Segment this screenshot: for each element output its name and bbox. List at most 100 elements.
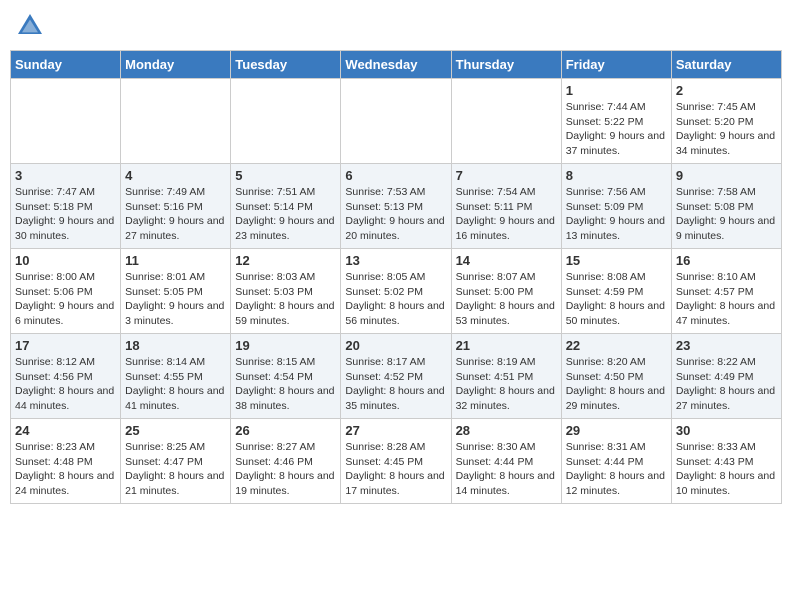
calendar-day-cell [231,79,341,164]
day-of-week-header: Friday [561,51,671,79]
calendar-day-cell: 27 Sunrise: 8:28 AM Sunset: 4:45 PM Dayli… [341,419,451,504]
calendar-day-cell: 20Sunrise: 8:17 AM Sunset: 4:52 PM Dayli… [341,334,451,419]
day-number: 22 [566,338,667,353]
day-number: 2 [676,83,777,98]
day-info: Sunrise: 7:51 AM Sunset: 5:14 PM Dayligh… [235,185,336,244]
calendar-day-cell: 5 Sunrise: 7:51 AM Sunset: 5:14 PM Daylig… [231,164,341,249]
day-info: Sunrise: 7:45 AM Sunset: 5:20 PM Dayligh… [676,100,777,159]
day-info: Sunrise: 8:28 AM Sunset: 4:45 PM Dayligh… [345,440,446,499]
day-number: 21 [456,338,557,353]
day-info: Sunrise: 8:31 AM Sunset: 4:44 PM Dayligh… [566,440,667,499]
day-of-week-header: Saturday [671,51,781,79]
calendar-day-cell: 6 Sunrise: 7:53 AM Sunset: 5:13 PM Daylig… [341,164,451,249]
day-info: Sunrise: 7:44 AM Sunset: 5:22 PM Dayligh… [566,100,667,159]
calendar-day-cell: 4 Sunrise: 7:49 AM Sunset: 5:16 PM Daylig… [121,164,231,249]
logo [14,10,50,42]
calendar-week-row: 17 Sunrise: 8:12 AM Sunset: 4:56 PM Dayli… [11,334,782,419]
day-info: Sunrise: 8:27 AM Sunset: 4:46 PM Dayligh… [235,440,336,499]
day-number: 23 [676,338,777,353]
calendar-day-cell [341,79,451,164]
day-number: 10 [15,253,116,268]
day-info: Sunrise: 8:33 AM Sunset: 4:43 PM Dayligh… [676,440,777,499]
day-number: 15 [566,253,667,268]
calendar-day-cell: 23 Sunrise: 8:22 AM Sunset: 4:49 PM Dayli… [671,334,781,419]
day-number: 26 [235,423,336,438]
calendar-day-cell: 15 Sunrise: 8:08 AM Sunset: 4:59 PM Dayli… [561,249,671,334]
day-number: 4 [125,168,226,183]
day-number: 16 [676,253,777,268]
calendar-day-cell [451,79,561,164]
logo-icon [14,10,46,42]
day-number: 6 [345,168,446,183]
day-info: Sunrise: 8:01 AM Sunset: 5:05 PM Dayligh… [125,270,226,329]
day-number: 29 [566,423,667,438]
day-info: Sunrise: 8:03 AM Sunset: 5:03 PM Dayligh… [235,270,336,329]
day-number: 18 [125,338,226,353]
calendar-day-cell: 13Sunrise: 8:05 AM Sunset: 5:02 PM Dayli… [341,249,451,334]
page-header [10,10,782,42]
calendar-day-cell [121,79,231,164]
day-number: 5 [235,168,336,183]
calendar-day-cell: 11 Sunrise: 8:01 AM Sunset: 5:05 PM Dayli… [121,249,231,334]
calendar-week-row: 1 Sunrise: 7:44 AM Sunset: 5:22 PM Daylig… [11,79,782,164]
calendar-day-cell: 9Sunrise: 7:58 AM Sunset: 5:08 PM Daylig… [671,164,781,249]
calendar-day-cell: 17 Sunrise: 8:12 AM Sunset: 4:56 PM Dayli… [11,334,121,419]
calendar-day-cell: 1 Sunrise: 7:44 AM Sunset: 5:22 PM Daylig… [561,79,671,164]
day-info: Sunrise: 7:56 AM Sunset: 5:09 PM Dayligh… [566,185,667,244]
day-info: Sunrise: 8:30 AM Sunset: 4:44 PM Dayligh… [456,440,557,499]
calendar-day-cell: 30 Sunrise: 8:33 AM Sunset: 4:43 PM Dayli… [671,419,781,504]
day-info: Sunrise: 8:00 AM Sunset: 5:06 PM Dayligh… [15,270,116,329]
day-info: Sunrise: 8:22 AM Sunset: 4:49 PM Dayligh… [676,355,777,414]
calendar-week-row: 24Sunrise: 8:23 AM Sunset: 4:48 PM Dayli… [11,419,782,504]
calendar-day-cell: 14 Sunrise: 8:07 AM Sunset: 5:00 PM Dayli… [451,249,561,334]
calendar-day-cell [11,79,121,164]
calendar-day-cell: 10 Sunrise: 8:00 AM Sunset: 5:06 PM Dayli… [11,249,121,334]
day-info: Sunrise: 8:20 AM Sunset: 4:50 PM Dayligh… [566,355,667,414]
day-info: Sunrise: 7:54 AM Sunset: 5:11 PM Dayligh… [456,185,557,244]
day-number: 30 [676,423,777,438]
calendar-week-row: 3 Sunrise: 7:47 AM Sunset: 5:18 PM Daylig… [11,164,782,249]
day-number: 11 [125,253,226,268]
day-number: 20 [345,338,446,353]
day-info: Sunrise: 7:53 AM Sunset: 5:13 PM Dayligh… [345,185,446,244]
calendar-week-row: 10 Sunrise: 8:00 AM Sunset: 5:06 PM Dayli… [11,249,782,334]
day-info: Sunrise: 8:12 AM Sunset: 4:56 PM Dayligh… [15,355,116,414]
day-of-week-header: Wednesday [341,51,451,79]
day-number: 27 [345,423,446,438]
day-info: Sunrise: 8:25 AM Sunset: 4:47 PM Dayligh… [125,440,226,499]
calendar-day-cell: 22 Sunrise: 8:20 AM Sunset: 4:50 PM Dayli… [561,334,671,419]
day-number: 1 [566,83,667,98]
day-number: 12 [235,253,336,268]
day-number: 28 [456,423,557,438]
day-info: Sunrise: 8:15 AM Sunset: 4:54 PM Dayligh… [235,355,336,414]
day-number: 7 [456,168,557,183]
day-number: 8 [566,168,667,183]
day-info: Sunrise: 8:10 AM Sunset: 4:57 PM Dayligh… [676,270,777,329]
calendar-day-cell: 29 Sunrise: 8:31 AM Sunset: 4:44 PM Dayli… [561,419,671,504]
day-info: Sunrise: 8:07 AM Sunset: 5:00 PM Dayligh… [456,270,557,329]
day-info: Sunrise: 7:47 AM Sunset: 5:18 PM Dayligh… [15,185,116,244]
day-number: 13 [345,253,446,268]
calendar-day-cell: 16 Sunrise: 8:10 AM Sunset: 4:57 PM Dayli… [671,249,781,334]
calendar-day-cell: 28 Sunrise: 8:30 AM Sunset: 4:44 PM Dayli… [451,419,561,504]
day-number: 25 [125,423,226,438]
day-number: 14 [456,253,557,268]
day-of-week-header: Thursday [451,51,561,79]
day-info: Sunrise: 8:19 AM Sunset: 4:51 PM Dayligh… [456,355,557,414]
day-info: Sunrise: 8:14 AM Sunset: 4:55 PM Dayligh… [125,355,226,414]
calendar-day-cell: 2 Sunrise: 7:45 AM Sunset: 5:20 PM Daylig… [671,79,781,164]
calendar-table: SundayMondayTuesdayWednesdayThursdayFrid… [10,50,782,504]
day-info: Sunrise: 8:08 AM Sunset: 4:59 PM Dayligh… [566,270,667,329]
calendar-day-cell: 18 Sunrise: 8:14 AM Sunset: 4:55 PM Dayli… [121,334,231,419]
day-number: 19 [235,338,336,353]
calendar-day-cell: 25 Sunrise: 8:25 AM Sunset: 4:47 PM Dayli… [121,419,231,504]
day-number: 3 [15,168,116,183]
calendar-day-cell: 24Sunrise: 8:23 AM Sunset: 4:48 PM Dayli… [11,419,121,504]
day-info: Sunrise: 7:49 AM Sunset: 5:16 PM Dayligh… [125,185,226,244]
day-info: Sunrise: 8:23 AM Sunset: 4:48 PM Dayligh… [15,440,116,499]
calendar-day-cell: 3 Sunrise: 7:47 AM Sunset: 5:18 PM Daylig… [11,164,121,249]
calendar-day-cell: 8 Sunrise: 7:56 AM Sunset: 5:09 PM Daylig… [561,164,671,249]
day-number: 17 [15,338,116,353]
calendar-day-cell: 7 Sunrise: 7:54 AM Sunset: 5:11 PM Daylig… [451,164,561,249]
calendar-day-cell: 21 Sunrise: 8:19 AM Sunset: 4:51 PM Dayli… [451,334,561,419]
